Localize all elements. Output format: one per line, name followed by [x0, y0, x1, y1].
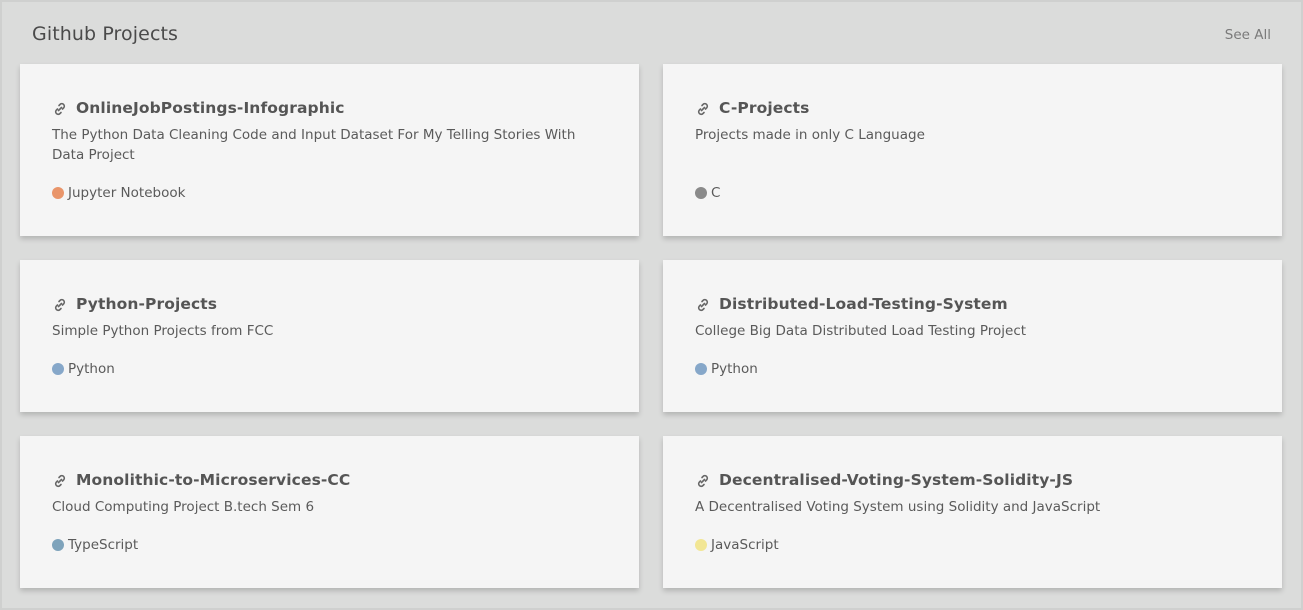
project-card[interactable]: Monolithic-to-Microservices-CC Cloud Com…	[20, 436, 639, 588]
project-card[interactable]: C-Projects Projects made in only C Langu…	[663, 64, 1282, 236]
language-label: TypeScript	[68, 537, 139, 553]
language-color-dot	[52, 363, 64, 375]
section-title: Github Projects	[32, 23, 179, 45]
language-label: JavaScript	[711, 537, 779, 553]
language-label: Jupyter Notebook	[68, 185, 186, 201]
project-description: College Big Data Distributed Load Testin…	[695, 323, 1027, 339]
language-color-dot	[695, 539, 707, 551]
language-color-dot	[52, 187, 64, 199]
link-icon	[697, 474, 709, 488]
project-language: C	[695, 185, 720, 201]
project-card[interactable]: Python-Projects Simple Python Projects f…	[20, 260, 639, 412]
project-language: Python	[52, 361, 115, 377]
language-color-dot	[695, 187, 707, 199]
project-language: Jupyter Notebook	[52, 185, 185, 201]
project-title-row[interactable]: OnlineJobPostings-Infographic	[52, 99, 345, 117]
project-card[interactable]: Distributed-Load-Testing-System College …	[663, 260, 1282, 412]
project-description: Cloud Computing Project B.tech Sem 6	[52, 499, 315, 515]
project-name[interactable]: Monolithic-to-Microservices-CC	[76, 471, 350, 489]
link-icon	[54, 474, 66, 488]
project-language: JavaScript	[695, 537, 779, 553]
link-icon	[697, 298, 709, 312]
language-label: C	[711, 185, 721, 201]
project-description: A Decentralised Voting System using Soli…	[695, 499, 1101, 515]
project-description: Projects made in only C Language	[695, 127, 925, 143]
language-label: Python	[711, 361, 758, 377]
see-all-link[interactable]: See All	[1225, 27, 1271, 43]
project-title-row[interactable]: Monolithic-to-Microservices-CC	[52, 471, 350, 489]
language-label: Python	[68, 361, 115, 377]
section-header: Github Projects See All	[2, 2, 1301, 64]
project-name[interactable]: Distributed-Load-Testing-System	[719, 295, 1008, 313]
link-icon	[54, 298, 66, 312]
project-title-row[interactable]: C-Projects	[695, 99, 809, 117]
project-language: Python	[695, 361, 758, 377]
project-card[interactable]: Decentralised-Voting-System-Solidity-JS …	[663, 436, 1282, 588]
language-color-dot	[52, 539, 64, 551]
project-card[interactable]: OnlineJobPostings-Infographic The Python…	[20, 64, 639, 236]
project-name[interactable]: OnlineJobPostings-Infographic	[76, 99, 345, 117]
project-name[interactable]: Decentralised-Voting-System-Solidity-JS	[719, 471, 1073, 489]
project-description: The Python Data Cleaning Code and Input …	[52, 127, 576, 163]
project-name[interactable]: C-Projects	[719, 99, 809, 117]
project-description: Simple Python Projects from FCC	[52, 323, 274, 339]
project-language: TypeScript	[52, 537, 138, 553]
project-title-row[interactable]: Decentralised-Voting-System-Solidity-JS	[695, 471, 1073, 489]
project-name[interactable]: Python-Projects	[76, 295, 217, 313]
language-color-dot	[695, 363, 707, 375]
link-icon	[697, 102, 709, 116]
github-projects-section: Github Projects See All OnlineJobPosting…	[0, 0, 1303, 610]
link-icon	[54, 102, 66, 116]
project-title-row[interactable]: Distributed-Load-Testing-System	[695, 295, 1008, 313]
project-title-row[interactable]: Python-Projects	[52, 295, 217, 313]
